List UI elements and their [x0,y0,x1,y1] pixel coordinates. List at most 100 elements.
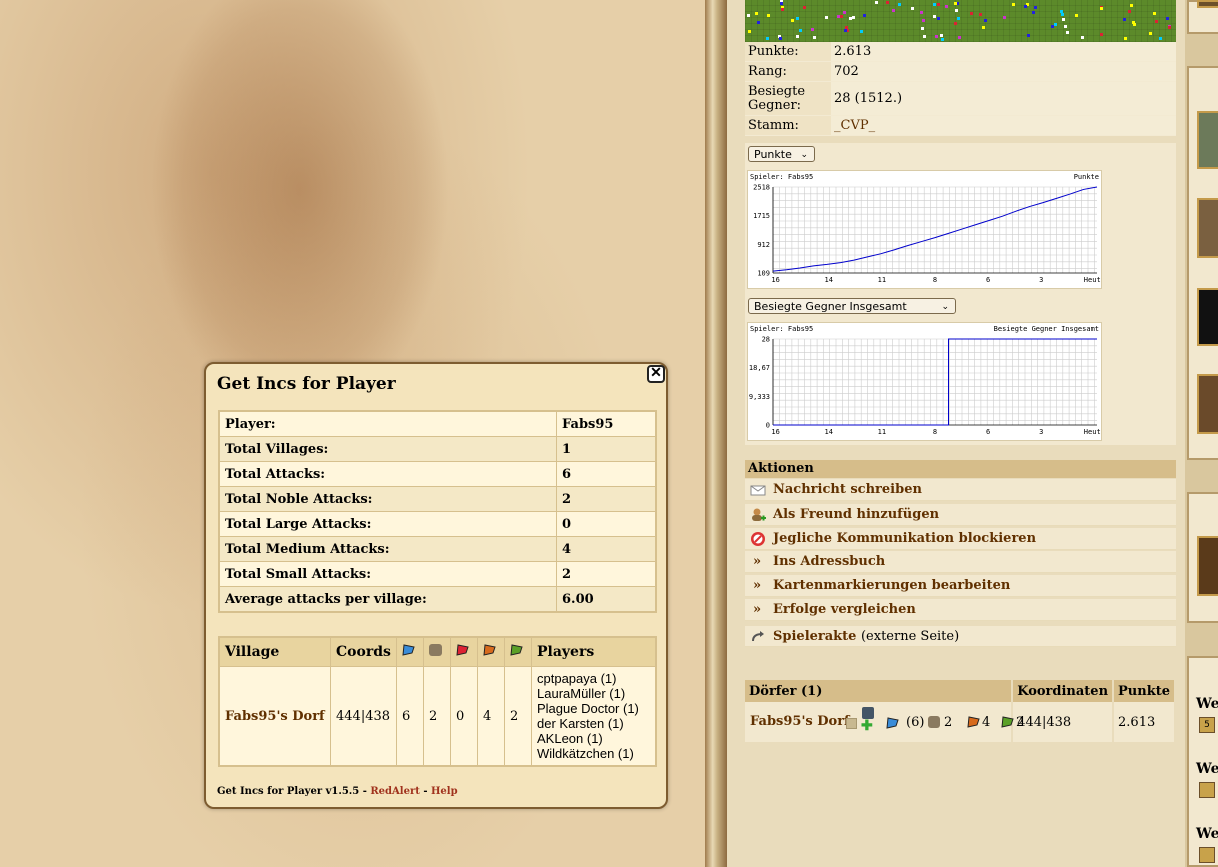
defeated-chart-select[interactable]: Besiegte Gegner Insgesamt ⌄ [748,298,956,314]
map-village-marker [937,17,940,20]
stats-value: 0 [556,511,657,537]
chevron-down-icon: ⌄ [941,302,949,312]
help-link[interactable]: Help [431,786,458,797]
map-village-marker [766,37,769,40]
points-chart-svg: Spieler: Fabs95 Punkte 109 912 1715 2518 16 14 1… [750,173,1101,284]
players-col-header: Players [531,636,657,667]
y-tick-label: 1715 [753,212,770,220]
map-village-marker [1081,36,1084,39]
village-link[interactable]: Fabs95's Dorf [750,714,850,729]
player-entry: cptpapaya (1) [537,671,617,686]
points-chart-select[interactable]: Punkte ⌄ [748,146,815,162]
map-village-marker [747,14,750,17]
stats-table: Player: Fabs95 Total Villages: 1 Total Attac… [218,410,657,613]
x-tick-label: 14 [825,428,833,436]
action-label[interactable]: Nachricht schreiben [773,479,922,501]
map-village-marker [791,19,794,22]
map-village-marker [1027,34,1030,37]
player-file-link[interactable]: Spielerakte (externe Seite) [773,626,959,648]
coords-col-header: Koordinaten [1012,680,1115,702]
action-label[interactable]: Kartenmarkierungen bearbeiten [773,575,1010,597]
map-village-marker [941,38,944,41]
raquo-icon: » [753,554,762,569]
external-note: (externe Seite) [860,629,960,644]
action-player-file[interactable]: Spielerakte (externe Seite) [745,626,1176,647]
side-badge[interactable]: 5 [1199,717,1215,733]
tribe-link[interactable]: _CVP_ [831,115,1176,136]
action-label[interactable]: Erfolge vergleichen [773,599,916,621]
x-tick-label: 11 [878,276,886,284]
x-tick-label: 8 [933,276,937,284]
close-button[interactable]: ✕ [647,365,665,383]
stats-label: Total Medium Attacks: [218,536,557,562]
author-link[interactable]: RedAlert [370,786,419,797]
stats-row: Total Small Attacks: 2 [218,561,657,587]
side-thumbnail[interactable] [1197,111,1218,169]
map-village-marker [1123,18,1126,21]
action-edit-map-markers[interactable]: » Kartenmarkierungen bearbeiten [745,575,1176,597]
map-village-marker [844,29,847,32]
action-send-message[interactable]: Nachricht schreiben [745,479,1176,501]
village-link[interactable]: Fabs95's Dorf [225,709,325,724]
side-thumbnail[interactable] [1197,0,1218,8]
side-item-icon[interactable] [1199,782,1215,798]
village-row: Fabs95's Dorf ✚ (6) 2 4 2 444|438 2.613 [745,702,1176,742]
map-preview[interactable] [745,0,1176,42]
all-attacks-icon [402,644,415,656]
map-village-marker [796,17,799,20]
x-tick-label: 11 [878,428,886,436]
coords-cell: 444|438 [330,666,397,767]
map-village-marker [935,35,938,38]
map-village-marker [945,5,948,8]
side-thumbnail[interactable] [1197,198,1218,258]
side-thumbnail[interactable] [1197,536,1218,596]
side-item-icon[interactable] [1199,847,1215,863]
stats-label: Total Attacks: [218,461,557,487]
player-file-label[interactable]: Spielerakte [773,629,856,644]
stats-label: Total Villages: [218,436,557,462]
side-thumbnail[interactable] [1197,288,1218,346]
y-tick-label: 2518 [753,184,770,192]
map-village-marker [811,28,814,31]
player-entry: AKLeon (1) [537,731,603,746]
y-tick-label: 109 [757,270,770,278]
block-icon [751,532,765,546]
select-value: Besiegte Gegner Insgesamt [754,300,907,313]
noble-col [423,636,451,667]
map-village-marker [954,2,957,5]
map-village-marker [1130,4,1133,7]
village-group-icon[interactable] [846,718,857,729]
map-village-marker [922,19,925,22]
action-block-communication[interactable]: Jegliche Kommunikation blockieren [745,528,1176,550]
action-label[interactable]: Als Freund hinzufügen [773,504,939,526]
village-col-header: Village [218,636,331,667]
info-value: 702 [831,61,1176,82]
x-tick-label: 16 [771,428,779,436]
popup-footer: Get Incs for Player v1.5.5 - RedAlert - … [217,786,458,797]
map-village-marker [923,35,926,38]
action-add-friend[interactable]: Als Freund hinzufügen [745,504,1176,526]
info-label: Punkte: [745,42,831,62]
all-attacks-col [396,636,424,667]
village-points: 2.613 [1113,702,1176,742]
action-label[interactable]: Ins Adressbuch [773,551,885,573]
info-label: Besiegte Gegner: [745,81,831,116]
info-value: 2.613 [831,42,1176,62]
player-entry: der Karsten (1) [537,716,624,731]
villages-table: Dörfer (1) Koordinaten Punkte Fabs95's D… [745,680,1176,742]
side-thumbnail[interactable] [1197,374,1218,434]
noble-icon [928,716,940,728]
x-tick-label: 14 [825,276,833,284]
action-label[interactable]: Jegliche Kommunikation blockieren [773,528,1036,550]
action-address-book[interactable]: » Ins Adressbuch [745,551,1176,573]
action-compare-achievements[interactable]: » Erfolge vergleichen [745,599,1176,621]
stats-row: Average attacks per village: 6.00 [218,586,657,613]
tribe-link-text[interactable]: _CVP_ [834,118,875,133]
map-village-marker [1034,6,1037,9]
coords-col-header: Coords [330,636,397,667]
map-village-marker [799,29,802,32]
add-icon[interactable]: ✚ [861,719,873,733]
raquo-icon: » [753,578,762,593]
map-village-marker [1075,14,1078,17]
info-row: Rang: 702 [745,61,1176,82]
